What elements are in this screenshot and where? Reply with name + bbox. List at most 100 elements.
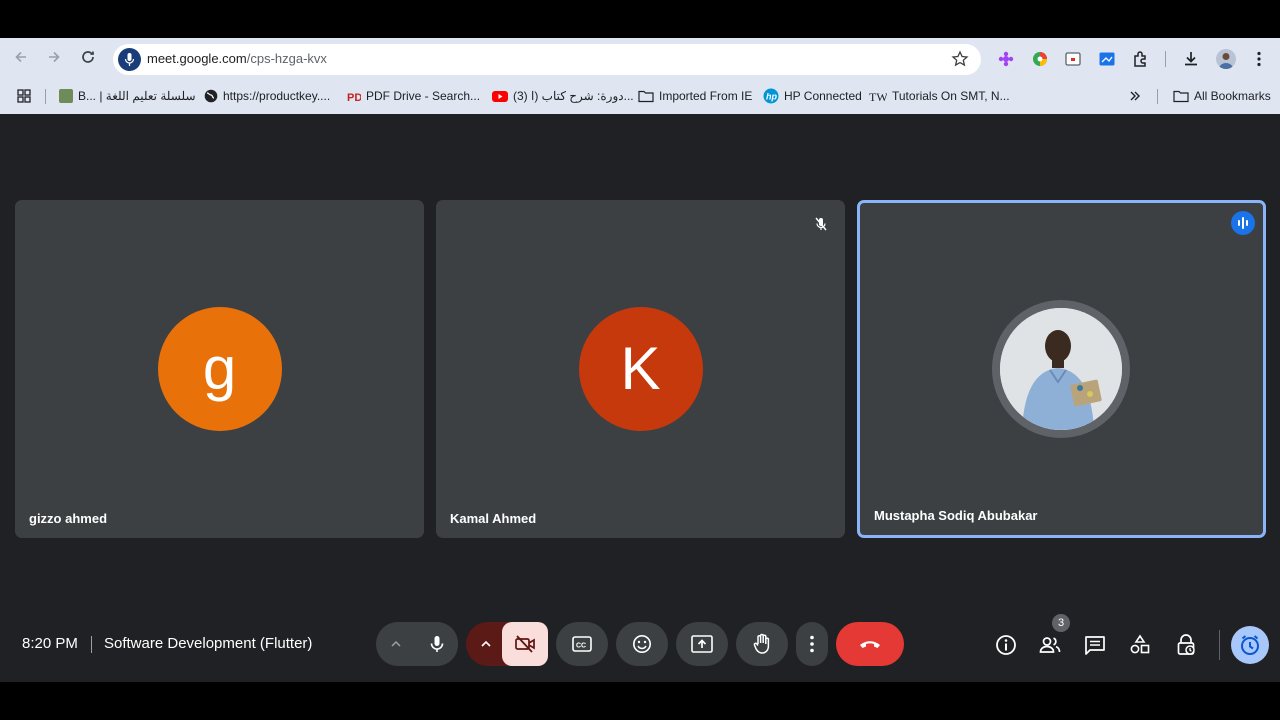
address-bar[interactable]: meet.google.com/cps-hzga-kvx <box>113 44 981 75</box>
speaking-indicator-icon <box>1231 211 1255 235</box>
bookmark-star-icon[interactable] <box>951 50 969 68</box>
participant-name: gizzo ahmed <box>29 511 108 526</box>
bookmarks-divider <box>45 89 46 104</box>
mic-control-group <box>376 622 458 666</box>
host-controls-lock-icon[interactable] <box>1174 633 1198 657</box>
bookmark-label: Tutorials On SMT, N... <box>892 89 1010 103</box>
arrow-right-icon <box>49 51 60 63</box>
chat-icon[interactable] <box>1083 633 1107 657</box>
microphone-icon <box>430 636 444 652</box>
bookmark-label: https://productkey.... <box>223 89 331 103</box>
microphone-site-icon[interactable] <box>118 48 141 71</box>
end-call-icon <box>860 641 880 648</box>
more-vert-icon <box>810 635 814 653</box>
forward-button[interactable] <box>44 49 64 69</box>
emoji-icon <box>633 635 651 653</box>
participant-photo <box>1000 308 1122 430</box>
bookmark-image-icon <box>59 89 73 103</box>
pdf-drive-icon: PD <box>347 92 361 103</box>
reactions-button[interactable] <box>616 622 668 666</box>
closed-captions-icon: CC <box>572 636 592 652</box>
more-options-button[interactable] <box>796 622 828 666</box>
folder-icon <box>638 90 654 103</box>
meeting-title: Software Development (Flutter) <box>104 635 313 652</box>
browser-chrome: meet.google.com/cps-hzga-kvx B... | سلسل… <box>0 38 1280 114</box>
person-photo-icon <box>1000 308 1122 430</box>
extension-window-icon[interactable] <box>1064 50 1082 68</box>
extension-screen-icon[interactable] <box>1098 50 1116 68</box>
bookmark-label: All Bookmarks <box>1194 89 1271 103</box>
bookmark-item[interactable]: (3) دورة: شرح كتاب (ا... <box>492 88 634 104</box>
all-bookmarks-folder[interactable]: All Bookmarks <box>1173 88 1271 104</box>
svg-text:TW: TW <box>869 90 887 103</box>
bookmark-label: HP Connected <box>784 89 862 103</box>
alarm-clock-icon <box>1241 635 1259 655</box>
chevron-double-right-icon[interactable] <box>1129 90 1141 102</box>
toolbar-divider <box>1165 51 1166 67</box>
people-icon[interactable] <box>1038 633 1062 657</box>
bookmark-item[interactable]: hp HP Connected <box>763 88 862 104</box>
bookmark-label: B... | سلسلة تعليم اللغة <box>78 89 196 103</box>
reload-icon <box>82 51 94 63</box>
participant-tile[interactable]: K Kamal Ahmed <box>436 200 845 538</box>
activities-shapes-icon[interactable] <box>1128 633 1152 657</box>
participant-avatar: K <box>578 307 703 431</box>
camera-toggle-button[interactable] <box>502 622 548 666</box>
svg-text:hp: hp <box>766 92 777 102</box>
mic-off-icon <box>809 212 833 236</box>
letterbox-top <box>0 0 1280 38</box>
participant-avatar: g <box>157 307 282 431</box>
tw-logo-icon: TW <box>869 90 887 103</box>
url-host: meet.google.com <box>147 51 247 66</box>
bookmark-folder[interactable]: Imported From IE <box>638 88 752 104</box>
extension-color-icon[interactable] <box>1031 50 1049 68</box>
raise-hand-button[interactable] <box>736 622 788 666</box>
camera-control-group <box>466 622 548 666</box>
download-icon[interactable] <box>1182 50 1200 68</box>
letterbox-bottom <box>0 682 1280 720</box>
meet-stage: g gizzo ahmed K Kamal Ahmed Mustapha Sod… <box>0 114 1280 682</box>
url-path: /cps-hzga-kvx <box>246 51 327 66</box>
meeting-clock: 8:20 PM <box>22 635 78 652</box>
reload-button[interactable] <box>78 49 98 69</box>
participant-name: Mustapha Sodiq Abubakar <box>874 508 1038 523</box>
chevron-up-icon <box>481 640 491 647</box>
folder-icon <box>1173 90 1189 103</box>
participant-count-badge: 3 <box>1052 614 1070 632</box>
bookmark-label: PDF Drive - Search... <box>366 89 481 103</box>
profile-avatar[interactable] <box>1216 49 1236 69</box>
meeting-details-info-icon[interactable] <box>994 633 1018 657</box>
hp-logo-icon: hp <box>763 88 779 104</box>
bookmark-label: Imported From IE <box>659 89 753 103</box>
back-button[interactable] <box>11 49 31 69</box>
microphone-button[interactable] <box>416 622 458 666</box>
participant-name: Kamal Ahmed <box>450 511 537 526</box>
video-options-button[interactable] <box>466 622 506 666</box>
participant-tile[interactable]: g gizzo ahmed <box>15 200 424 538</box>
svg-text:CC: CC <box>576 643 586 650</box>
chevron-up-icon <box>391 640 401 647</box>
camera-off-icon <box>515 635 535 653</box>
bookmark-item[interactable]: TW Tutorials On SMT, N... <box>869 88 1010 104</box>
present-screen-button[interactable] <box>676 622 728 666</box>
youtube-icon <box>492 91 508 102</box>
browser-toolbar: meet.google.com/cps-hzga-kvx <box>0 38 1280 80</box>
audio-options-button[interactable] <box>376 622 416 666</box>
arrow-left-icon <box>15 51 26 63</box>
apps-grid-icon[interactable] <box>17 89 31 103</box>
leave-call-button[interactable] <box>836 622 904 666</box>
present-screen-icon <box>691 635 713 653</box>
extension-flower-icon[interactable] <box>997 50 1015 68</box>
svg-text:PD: PD <box>347 92 361 103</box>
bookmark-label: (3) دورة: شرح كتاب (ا... <box>513 89 634 103</box>
bookmark-item[interactable]: PD PDF Drive - Search... <box>347 88 480 104</box>
menu-kebab-icon[interactable] <box>1250 50 1268 68</box>
bookmark-item[interactable]: https://productkey.... <box>204 88 330 104</box>
url-text: meet.google.com/cps-hzga-kvx <box>147 51 327 66</box>
extensions-puzzle-icon[interactable] <box>1132 50 1150 68</box>
captions-button[interactable]: CC <box>556 622 608 666</box>
participant-tile-active-speaker[interactable]: Mustapha Sodiq Abubakar <box>857 200 1266 538</box>
globe-icon <box>204 89 218 103</box>
bookmark-item[interactable]: B... | سلسلة تعليم اللغة <box>59 88 196 104</box>
timer-button[interactable] <box>1231 626 1269 664</box>
